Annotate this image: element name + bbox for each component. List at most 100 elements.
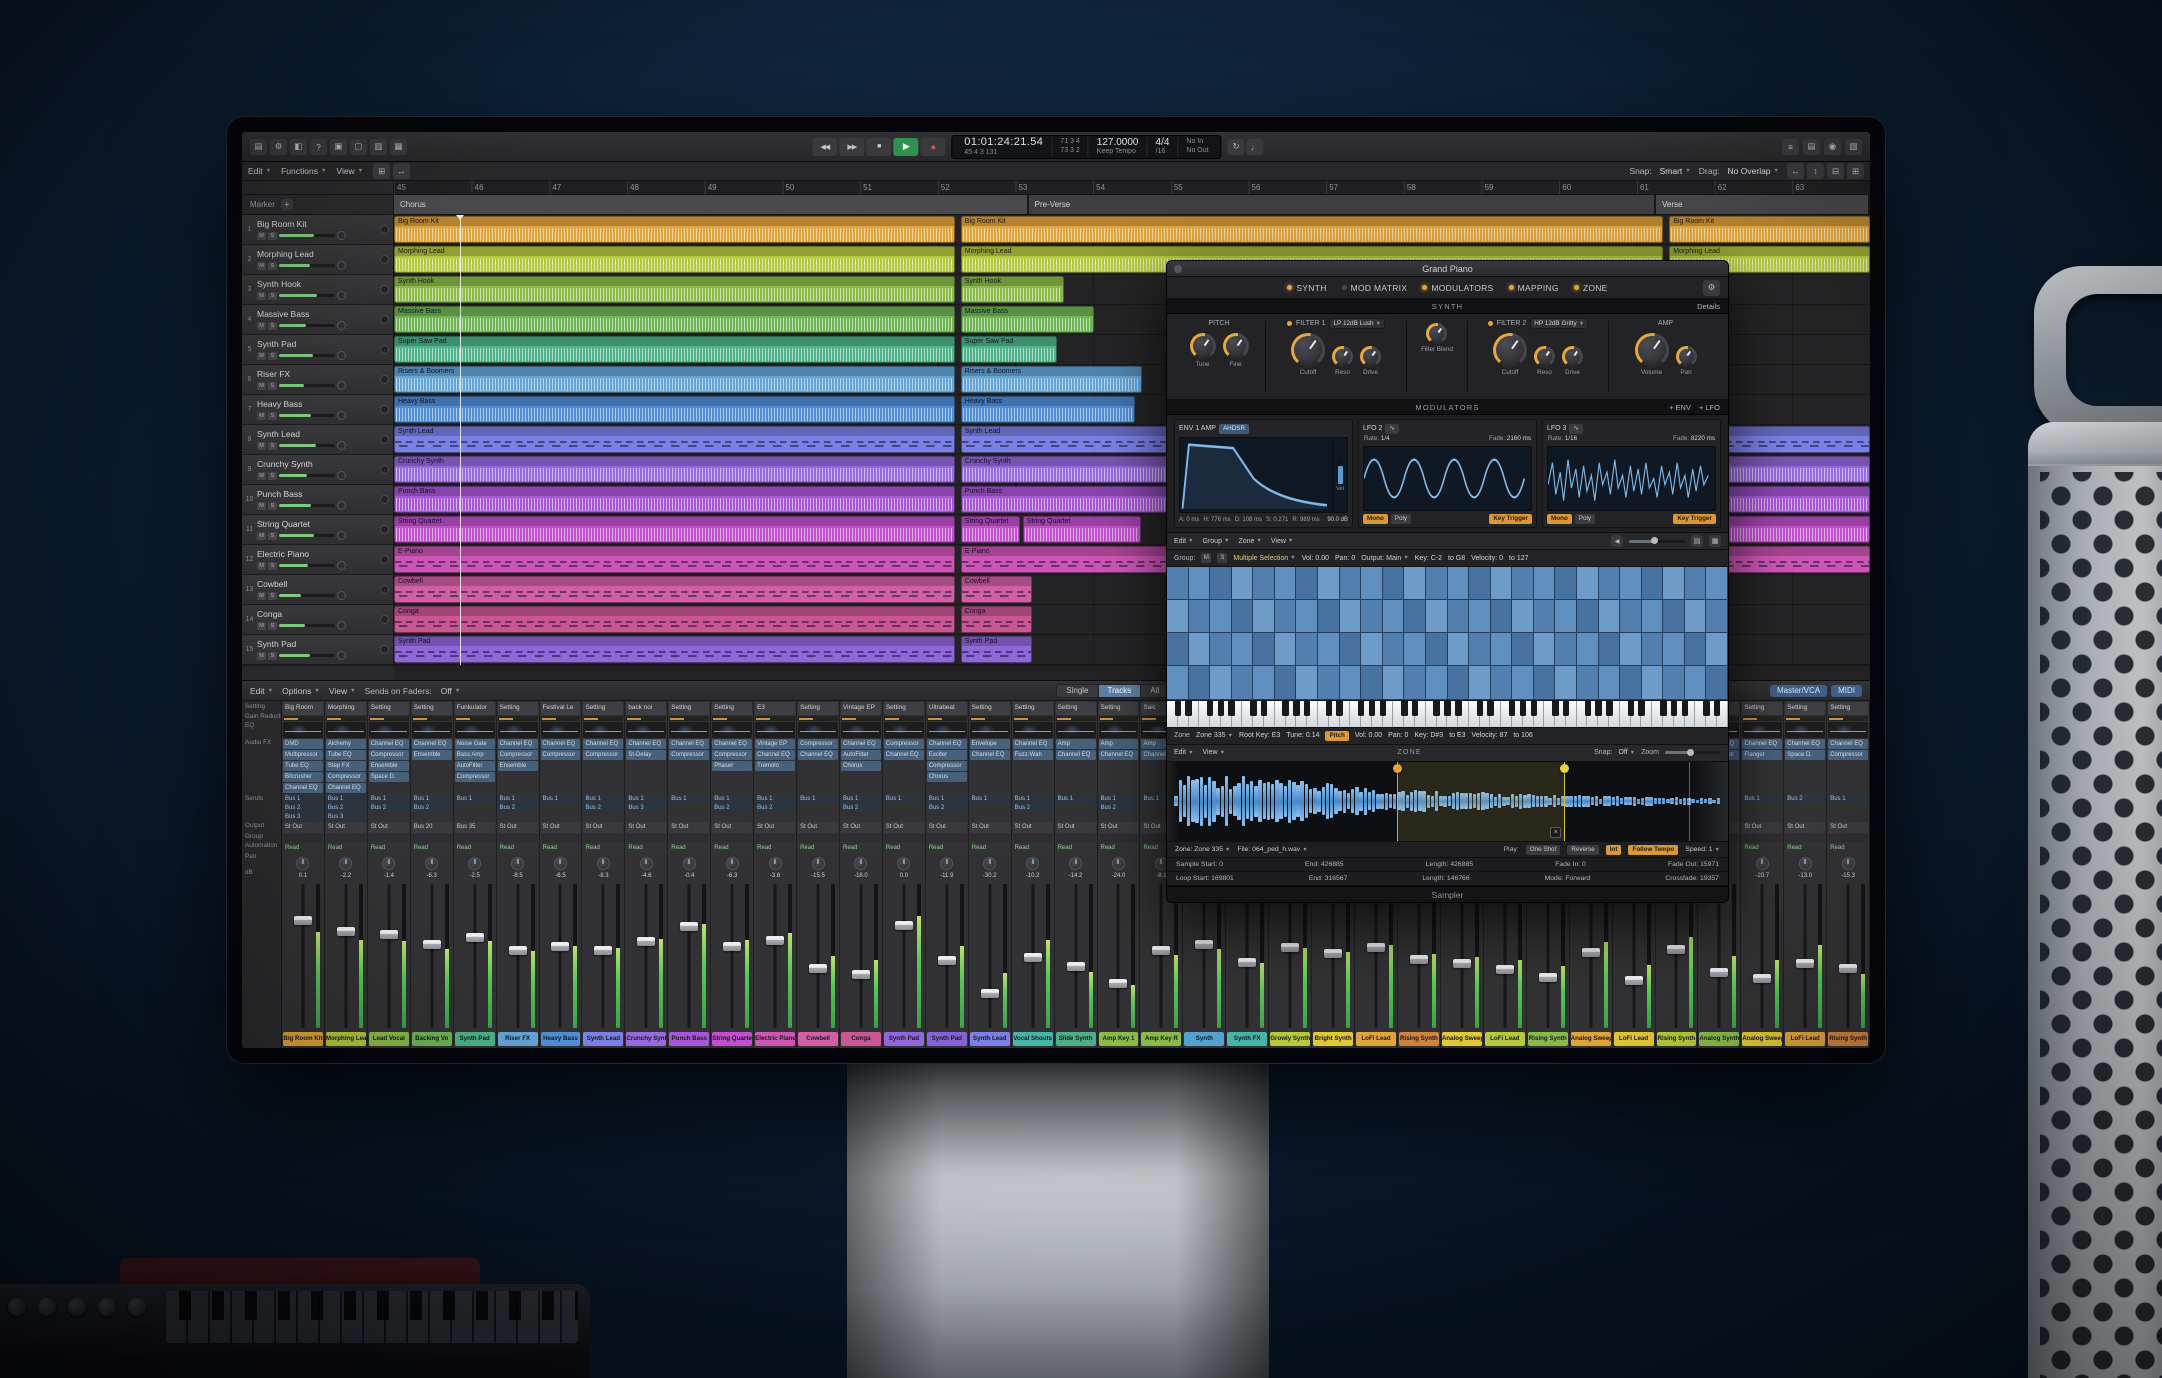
one-shot-button[interactable]: One Shot	[1526, 845, 1561, 855]
lfo3-waveform-icon[interactable]: ∿	[1569, 424, 1582, 434]
playhead[interactable]	[460, 215, 461, 665]
region[interactable]: String Quartet	[1023, 516, 1141, 543]
locator-right[interactable]: 73 3 2	[1060, 147, 1079, 155]
add-env-button[interactable]: + ENV	[1669, 403, 1691, 412]
zone-cell[interactable]	[1253, 600, 1275, 632]
zone-cell[interactable]	[1210, 567, 1232, 599]
piano-black-key[interactable]	[1531, 701, 1537, 716]
output-slot[interactable]: St Out	[1828, 822, 1868, 833]
track-header[interactable]: 10Punch BassMS	[242, 485, 393, 515]
fader-cap[interactable]	[551, 942, 569, 951]
strip-name[interactable]: Heavy Bass	[541, 1032, 581, 1046]
zone-cell[interactable]	[1296, 567, 1318, 599]
piano-black-key[interactable]	[1703, 701, 1709, 716]
piano-black-key[interactable]	[1455, 701, 1461, 716]
fine-knob[interactable]	[1223, 333, 1249, 359]
forward-button[interactable]: ▶▶	[839, 138, 864, 156]
env-value[interactable]: S: 0.271	[1266, 517, 1288, 523]
mapping-view-menu[interactable]: View▼	[1271, 538, 1294, 545]
audio-fx-slot[interactable]: Channel EQ	[755, 750, 795, 760]
media-browser-icon[interactable]: ▨	[1845, 139, 1862, 155]
strip-name[interactable]: Synth Pad	[927, 1032, 967, 1046]
zone-cell[interactable]	[1642, 666, 1664, 698]
output-slot[interactable]: St Out	[626, 822, 666, 833]
output-slot[interactable]: St Out	[583, 822, 623, 833]
zone-cell[interactable]	[1404, 666, 1426, 698]
group-slot[interactable]	[283, 834, 323, 842]
mixer-view-single-button[interactable]: Single	[1057, 685, 1098, 697]
sampler-tab-synth[interactable]: SYNTH	[1287, 283, 1326, 293]
piano-black-key[interactable]	[1380, 701, 1386, 716]
piano-black-key[interactable]	[1250, 701, 1256, 716]
audio-fx-slot[interactable]: Fuzz-Wah	[1013, 750, 1053, 760]
strip-setting-button[interactable]: Setting	[970, 702, 1010, 715]
mute-button[interactable]: M	[257, 322, 266, 330]
volume-slider[interactable]	[279, 534, 335, 537]
view-menu[interactable]: View▼	[336, 166, 363, 176]
fader[interactable]	[369, 882, 409, 1030]
eq-thumbnail[interactable]	[498, 722, 538, 738]
audio-fx-slot[interactable]: Phaser	[712, 761, 752, 771]
zone-cell[interactable]	[1555, 633, 1577, 665]
track-header[interactable]: 15Synth PadMS	[242, 635, 393, 665]
volume-slider[interactable]	[279, 264, 335, 267]
strip-name[interactable]: Analog Sweep	[1442, 1032, 1482, 1046]
loop-length[interactable]: Length: 146766	[1422, 875, 1469, 882]
send-slot[interactable]: Bus 1	[583, 795, 623, 803]
solo-button[interactable]: S	[268, 472, 277, 480]
audio-fx-slot[interactable]: Tube EQ	[283, 761, 323, 771]
zone-vel-high[interactable]: to 106	[1513, 732, 1532, 739]
zone-cell[interactable]	[1296, 666, 1318, 698]
marker-pre-verse[interactable]: Pre-Verse	[1029, 195, 1656, 214]
audio-fx-slot[interactable]: Compressor	[583, 750, 623, 760]
solo-button[interactable]: S	[268, 412, 277, 420]
zone-cell[interactable]	[1383, 567, 1405, 599]
output-slot[interactable]: St Out	[712, 822, 752, 833]
region[interactable]: Heavy Bass	[394, 396, 955, 423]
region[interactable]: Synth Pad	[961, 636, 1032, 663]
eq-thumbnail[interactable]	[1099, 722, 1139, 738]
zone-cell[interactable]	[1620, 666, 1642, 698]
output-slot[interactable]: St Out	[970, 822, 1010, 833]
solo-button[interactable]: S	[268, 382, 277, 390]
zone-cell[interactable]	[1189, 633, 1211, 665]
eq-thumbnail[interactable]	[970, 722, 1010, 738]
eq-thumbnail[interactable]	[541, 722, 581, 738]
automation-mode[interactable]: Read	[927, 843, 967, 853]
pan-knob[interactable]	[337, 381, 346, 390]
zone-cell[interactable]	[1512, 666, 1534, 698]
lfo3-poly-button[interactable]: Poly	[1575, 514, 1595, 524]
sampler-tab-mod-matrix[interactable]: MOD MATRIX	[1342, 283, 1408, 293]
env-db-value[interactable]: 90.0 dB	[1327, 517, 1348, 523]
pan-knob[interactable]	[1676, 346, 1697, 367]
input-monitor-led[interactable]	[380, 285, 389, 294]
fader-cap[interactable]	[938, 956, 956, 965]
zone-cell[interactable]	[1469, 666, 1491, 698]
filter1-type-dropdown[interactable]: LP 12dB Lush▼	[1329, 318, 1385, 329]
zone-cell[interactable]	[1685, 567, 1707, 599]
zone-cell[interactable]	[1426, 567, 1448, 599]
audio-fx-slot[interactable]: Bass Amp	[455, 750, 495, 760]
mute-button[interactable]: M	[257, 622, 266, 630]
tune-knob[interactable]	[1190, 333, 1216, 359]
zone-cell[interactable]	[1706, 600, 1728, 632]
eq-thumbnail[interactable]	[798, 722, 838, 738]
pan-knob[interactable]	[1112, 857, 1125, 870]
region[interactable]: Big Room Kit	[961, 216, 1664, 243]
mapping-group-menu[interactable]: Group▼	[1203, 538, 1230, 545]
region[interactable]: Risers & Boomers	[394, 366, 955, 393]
audio-fx-slot[interactable]: Compressor	[798, 739, 838, 749]
zone-cell[interactable]	[1296, 600, 1318, 632]
zone-cell[interactable]	[1512, 600, 1534, 632]
fader-cap[interactable]	[1109, 979, 1127, 988]
send-slot[interactable]: Bus 1	[412, 795, 452, 803]
fader-cap[interactable]	[809, 964, 827, 973]
audio-fx-slot[interactable]: Compressor	[541, 750, 581, 760]
mute-button[interactable]: M	[257, 382, 266, 390]
eq-thumbnail[interactable]	[884, 722, 924, 738]
piano-black-key[interactable]	[1682, 701, 1688, 716]
zone-cell[interactable]	[1706, 666, 1728, 698]
volume-value[interactable]: -24.0	[1099, 872, 1139, 881]
send-slot[interactable]: Bus 2	[283, 804, 323, 812]
zone-cell[interactable]	[1642, 600, 1664, 632]
